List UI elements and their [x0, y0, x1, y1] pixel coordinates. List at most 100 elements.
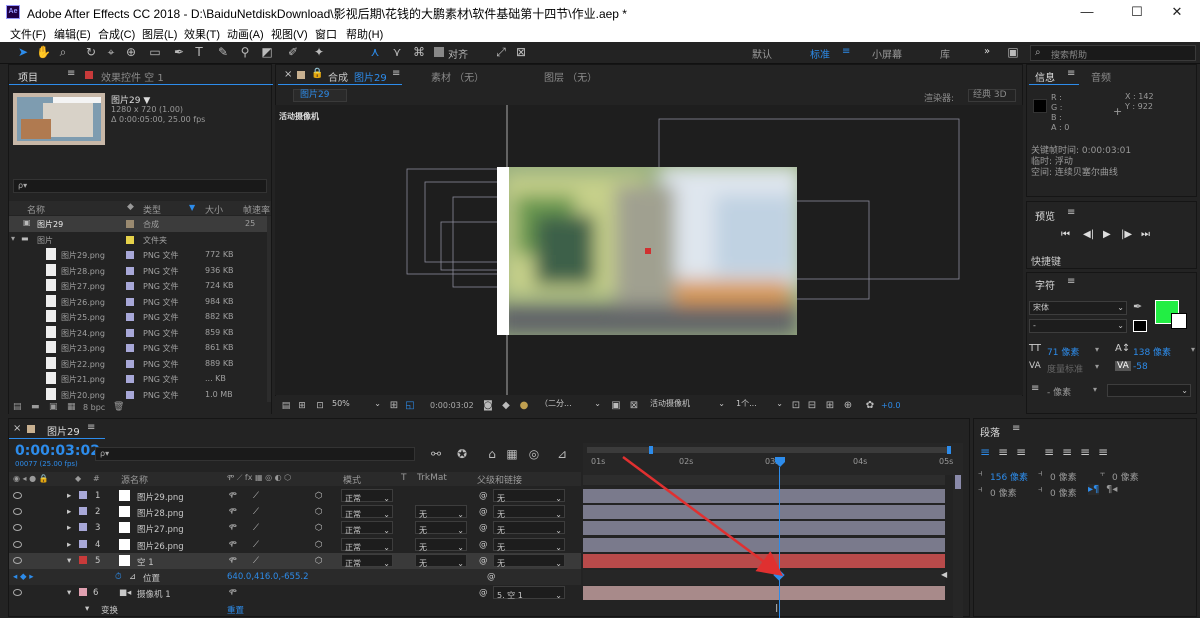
col-type[interactable]: 类型 — [143, 203, 161, 216]
quality-switch-icon[interactable]: ⟋ — [253, 491, 259, 501]
label-col-icon[interactable]: ◆ — [127, 202, 134, 212]
col-size[interactable]: 大小 — [205, 203, 223, 216]
play-icon[interactable]: ▶ — [1103, 229, 1111, 240]
tracking-value[interactable]: -58 — [1133, 362, 1148, 372]
stopwatch-icon[interactable]: ⏱ — [115, 572, 122, 582]
trkmat-dropdown[interactable]: 无 ⌄ — [415, 505, 467, 519]
align-left-icon[interactable]: ≡ — [980, 445, 990, 459]
label-swatch[interactable] — [79, 555, 87, 564]
visibility-eye-icon[interactable] — [13, 540, 22, 548]
label-swatch[interactable] — [126, 235, 134, 244]
info-menu-icon[interactable]: ≡ — [1067, 68, 1075, 79]
new-folder-icon[interactable]: ▬ — [31, 402, 40, 412]
project-settings-icon[interactable]: ▦ — [67, 402, 76, 412]
eyedropper-icon[interactable]: ✒ — [1133, 300, 1142, 313]
expand-arrow-icon[interactable]: ▸ — [67, 523, 71, 533]
zoom-tool-icon[interactable]: ⌕ — [56, 45, 70, 59]
trkmat-dropdown[interactable]: 无 ⌄ — [415, 537, 467, 552]
label-swatch[interactable] — [126, 282, 134, 290]
exposure-value[interactable]: +0.0 — [881, 401, 900, 410]
layer-name[interactable]: 图片28.png — [137, 507, 184, 519]
position-property-row[interactable]: ◂ ◆ ▸ ⏱ ⊿ 位置 640.0,416.0,-655.2 @ — [9, 569, 581, 585]
label-swatch[interactable] — [79, 588, 87, 596]
project-search-input[interactable]: ρ▾ — [13, 179, 267, 193]
blend-mode-dropdown[interactable]: 正常 ⌄ — [341, 553, 393, 568]
blend-mode-dropdown[interactable]: 正常 ⌄ — [341, 489, 393, 503]
mask-visibility-icon[interactable]: ⊡ — [313, 399, 327, 413]
composition-mini-flowchart-icon[interactable]: ⚯ — [429, 447, 443, 461]
text-tool-icon[interactable]: T — [192, 45, 206, 59]
justify-all-icon[interactable]: ≡ — [1098, 445, 1108, 459]
stroke-width-value[interactable]: - 像素 — [1047, 385, 1071, 398]
project-item-file[interactable]: 图片28.png PNG 文件 936 KB — [9, 263, 271, 279]
label-swatch[interactable] — [126, 359, 134, 368]
workspace-small-screen[interactable]: 小屏幕 — [872, 46, 902, 61]
draft-3d-icon[interactable]: ✪ — [455, 447, 469, 461]
timeline-icon[interactable]: ⊞ — [823, 399, 837, 413]
region-of-interest-icon[interactable]: ◱ — [403, 399, 417, 413]
label-swatch[interactable] — [126, 390, 134, 399]
pick-whip-icon[interactable]: @ — [487, 572, 496, 582]
project-item-file[interactable]: 图片20.png PNG 文件 1.0 MB — [9, 387, 271, 403]
3d-layer-switch-icon[interactable]: ⬡ — [315, 491, 322, 501]
world-axis-icon[interactable]: ⋎ — [390, 45, 404, 59]
resolution-dropdown[interactable]: （二分... ⌄ — [537, 398, 603, 411]
show-snapshot-icon[interactable]: ◆ — [499, 399, 513, 413]
quality-switch-icon[interactable]: ⟋ — [253, 556, 259, 566]
3d-layer-switch-icon[interactable]: ⬡ — [315, 523, 322, 533]
composition-tab-name[interactable]: 图片29 — [354, 69, 387, 84]
zoom-dropdown[interactable]: 50% ⌄ — [329, 398, 383, 411]
camera-view-dropdown[interactable]: 活动摄像机 ⌄ — [647, 398, 727, 411]
workspace-default[interactable]: 默认 — [752, 46, 772, 61]
comp-breadcrumb[interactable]: 图片29 — [293, 89, 347, 102]
audio-tab[interactable]: 音频 — [1091, 69, 1111, 84]
project-item-file[interactable]: 图片27.png PNG 文件 724 KB — [9, 278, 271, 294]
sync-settings-icon[interactable]: ▣ — [1006, 45, 1020, 59]
pan-behind-tool-icon[interactable]: ⊕ — [124, 45, 138, 59]
blend-mode-dropdown[interactable]: 正常 ⌄ — [341, 537, 393, 552]
indent-right-value[interactable]: 0 像素 — [1112, 470, 1139, 483]
expand-arrow-icon[interactable]: ▾ — [67, 588, 71, 598]
visibility-eye-icon[interactable] — [13, 556, 22, 564]
pen-tool-icon[interactable]: ✒ — [172, 45, 186, 59]
composition-viewer[interactable]: 活动摄像机 — [275, 105, 1023, 395]
channel-icon[interactable]: ● — [517, 399, 531, 413]
shy-switch-icon[interactable]: ሞ — [229, 556, 237, 566]
label-swatch[interactable] — [126, 375, 134, 383]
col-name[interactable]: 名称 — [27, 203, 45, 216]
parent-dropdown[interactable]: 无 ⌄ — [493, 489, 565, 503]
expand-arrow-icon[interactable]: ▸ — [67, 507, 71, 517]
bpc-label[interactable]: 8 bpc — [83, 403, 105, 412]
font-size-value[interactable]: 71 像素 — [1047, 345, 1079, 358]
safe-zones-icon[interactable]: ⊞ — [387, 399, 401, 413]
project-item-file[interactable]: 图片23.png PNG 文件 861 KB — [9, 340, 271, 356]
expand-arrow-icon[interactable]: ▸ — [67, 491, 71, 501]
layer-name[interactable]: 空 1 — [137, 556, 154, 568]
col-parent[interactable]: 父级和链接 — [477, 473, 522, 486]
font-style-dropdown[interactable]: - ⌄ — [1029, 319, 1127, 333]
label-swatch[interactable] — [126, 251, 134, 259]
col-mode[interactable]: 模式 — [343, 473, 361, 486]
menu-animation[interactable]: 动画(A) — [227, 26, 264, 42]
shy-switch-icon[interactable]: ሞ — [229, 588, 237, 598]
stroke-color-swatch[interactable] — [1171, 313, 1187, 329]
chevron-down-icon[interactable]: ▾ — [1095, 345, 1099, 354]
label-swatch[interactable] — [79, 491, 87, 499]
current-timecode[interactable]: 0:00:03:02 — [15, 443, 100, 459]
renderer-dropdown[interactable]: 经典 3D — [968, 89, 1016, 102]
rectangle-tool-icon[interactable]: ▭ — [148, 45, 162, 59]
menu-edit[interactable]: 编辑(E) — [54, 26, 91, 42]
pick-whip-icon[interactable]: @ — [479, 540, 488, 550]
menu-help[interactable]: 帮助(H) — [346, 26, 383, 42]
camera-layer-name[interactable]: 摄像机 1 — [137, 588, 171, 600]
quality-switch-icon[interactable]: ⟋ — [253, 540, 259, 550]
timeline-search-input[interactable]: ρ▾ — [95, 447, 415, 461]
parent-dropdown[interactable]: 无 ⌄ — [493, 505, 565, 519]
layer-row[interactable]: ▸ 3 图片27.png ሞ ⟋ ⬡ 正常 ⌄ 无 ⌄ @ 无 ⌄ — [9, 520, 581, 536]
timeline-tab[interactable]: 图片29 — [47, 423, 80, 438]
composition-tab-label[interactable]: 合成 — [328, 69, 348, 84]
panel-menu-icon[interactable]: ≡ — [67, 68, 75, 79]
project-scrollbar[interactable] — [267, 216, 271, 402]
clone-stamp-tool-icon[interactable]: ⚲ — [238, 45, 252, 59]
footage-tab[interactable]: 素材 （无） — [431, 69, 484, 84]
